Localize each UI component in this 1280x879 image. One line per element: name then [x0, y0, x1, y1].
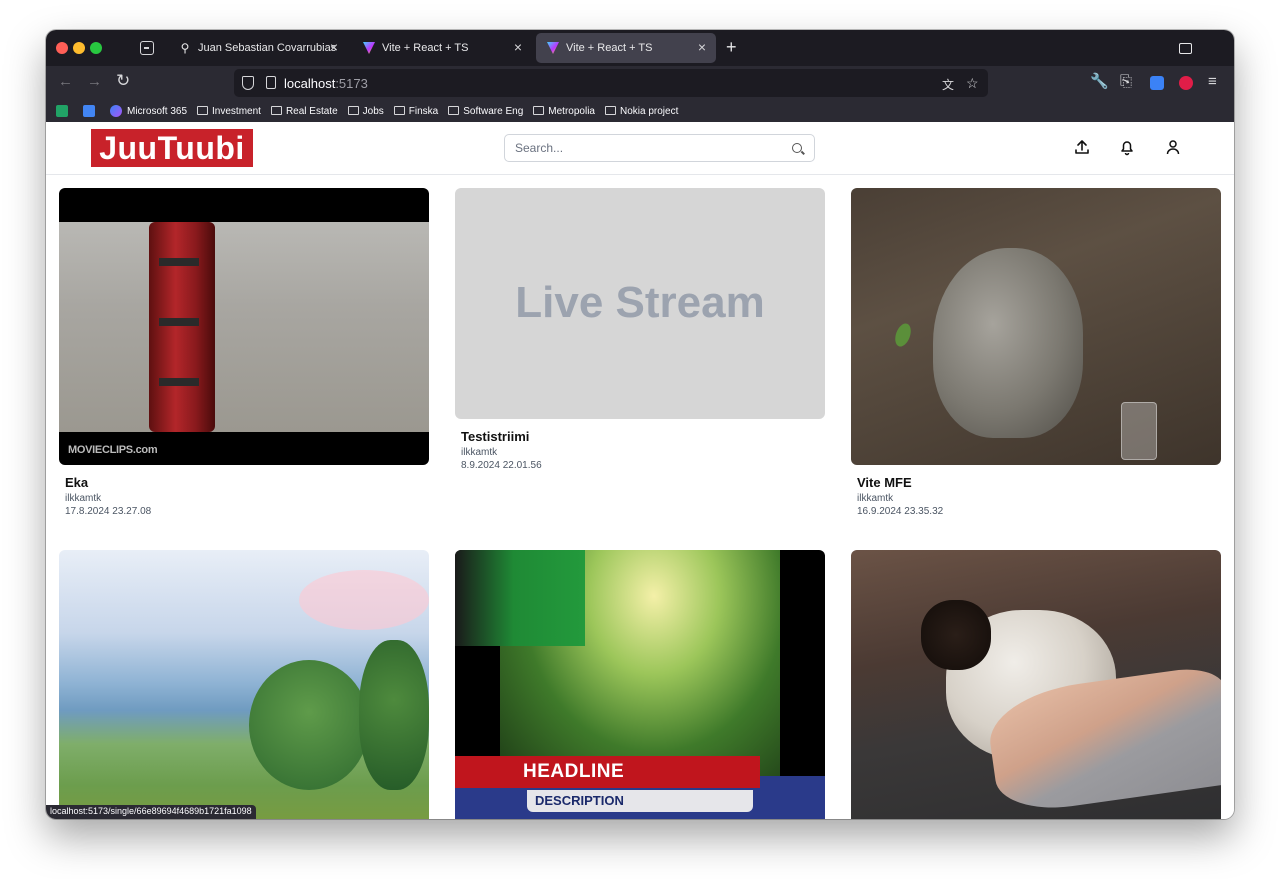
live-stream-placeholder: Live Stream [515, 278, 765, 327]
video-thumbnail[interactable] [851, 188, 1221, 465]
sheets-icon [56, 105, 68, 117]
app-logo[interactable]: JuuTuubi [91, 129, 253, 167]
minimize-window-button[interactable] [73, 42, 85, 54]
url-bar[interactable]: localhost:5173 文 ☆ [234, 69, 988, 97]
folder-icon [448, 105, 460, 115]
search-box[interactable] [504, 134, 815, 162]
video-thumbnail[interactable]: MOVIECLIPS.com [59, 188, 429, 465]
url-text[interactable]: localhost:5173 [284, 76, 368, 91]
page-info-icon[interactable] [266, 76, 276, 89]
bookmark-jobs[interactable]: Jobs [347, 105, 384, 117]
new-tab-button[interactable]: + [726, 38, 737, 56]
status-url-tooltip: localhost:5173/single/66e89694f4689b1721… [46, 805, 256, 819]
folder-icon [604, 105, 616, 115]
list-all-tabs-icon[interactable] [1179, 43, 1192, 54]
video-title[interactable]: Eka [65, 475, 88, 490]
bookmark-metropolia[interactable]: Metropolia [533, 105, 595, 117]
search-icon[interactable] [792, 143, 802, 153]
back-icon[interactable]: ← [58, 74, 73, 90]
tab-vite-2[interactable]: Vite + React + TS × [536, 33, 716, 63]
tab-overview-icon[interactable] [140, 41, 154, 55]
nav-bar: ← → ↻ localhost:5173 文 ☆ 🔧 ⎘ ≡ [46, 66, 1234, 100]
user-icon[interactable] [1164, 138, 1182, 156]
tab-label: Vite + React + TS [566, 42, 653, 54]
microsoft-365-icon [110, 105, 122, 117]
menu-icon[interactable]: ≡ [1208, 74, 1217, 90]
video-owner: ilkkamtk [65, 493, 102, 504]
bookmark-real-estate[interactable]: Real Estate [270, 105, 338, 117]
translate-icon[interactable]: 文 [942, 76, 954, 93]
forward-icon[interactable]: → [87, 74, 102, 90]
bookmark-microsoft-365[interactable]: Microsoft 365 [110, 105, 187, 117]
page-content: JuuTuubi MOVIE [46, 122, 1234, 819]
bookmark-sheets[interactable] [56, 105, 73, 117]
tab-juan[interactable]: ⚲ Juan Sebastian Covarrubias × [168, 33, 348, 63]
bookmarks-bar: Microsoft 365 Investment Real Estate Job… [46, 100, 1234, 122]
pin-icon: ⚲ [180, 41, 190, 55]
app-header: JuuTuubi [46, 122, 1234, 175]
video-date: 8.9.2024 22.01.56 [461, 460, 542, 471]
folder-icon [393, 105, 405, 115]
tracking-shield-icon[interactable] [242, 76, 254, 90]
extensions-icon[interactable]: ⎘ [1120, 74, 1132, 90]
vite-icon [546, 41, 560, 55]
close-window-button[interactable] [56, 42, 68, 54]
video-owner: ilkkamtk [857, 493, 894, 504]
live-stream-thumbnail[interactable]: Live Stream [455, 188, 825, 419]
bookmark-finska[interactable]: Finska [393, 105, 438, 117]
tab-label: Juan Sebastian Covarrubias [198, 42, 337, 54]
reload-icon[interactable]: ↻ [116, 72, 130, 89]
tab-strip: ⚲ Juan Sebastian Covarrubias × Vite + Re… [46, 30, 1234, 66]
close-tab-icon[interactable]: × [514, 39, 522, 55]
headline-overlay: HEADLINE [455, 756, 760, 788]
bookmark-software-eng[interactable]: Software Eng [448, 105, 523, 117]
bookmark-investment[interactable]: Investment [197, 105, 261, 117]
docs-icon [83, 105, 95, 117]
video-date: 16.9.2024 23.35.32 [857, 506, 944, 517]
folder-icon [197, 105, 209, 115]
folder-icon [347, 105, 359, 115]
video-thumbnail[interactable] [59, 550, 429, 819]
zoom-window-button[interactable] [90, 42, 102, 54]
close-tab-icon[interactable]: × [330, 39, 338, 55]
video-thumbnail[interactable] [851, 550, 1221, 819]
tab-label: Vite + React + TS [382, 42, 469, 54]
bookmark-docs[interactable] [83, 105, 100, 117]
close-tab-icon[interactable]: × [698, 39, 706, 55]
extension-shield-icon[interactable] [1150, 76, 1164, 90]
movieclips-watermark: MOVIECLIPS.com [68, 444, 158, 456]
video-title[interactable]: Vite MFE [857, 475, 912, 490]
browser-window: ⚲ Juan Sebastian Covarrubias × Vite + Re… [46, 30, 1234, 819]
description-overlay: DESCRIPTION [527, 790, 753, 812]
extension-red-icon[interactable] [1179, 76, 1193, 90]
bookmark-star-icon[interactable]: ☆ [966, 75, 979, 92]
search-input[interactable] [515, 141, 775, 155]
video-date: 17.8.2024 23.27.08 [65, 506, 152, 517]
tab-vite-1[interactable]: Vite + React + TS × [352, 33, 532, 63]
video-thumbnail[interactable]: HEADLINE DESCRIPTION [455, 550, 825, 819]
vite-icon [362, 41, 376, 55]
folder-icon [270, 105, 282, 115]
bookmark-nokia-project[interactable]: Nokia project [604, 105, 678, 117]
wrench-icon[interactable]: 🔧 [1090, 74, 1109, 90]
video-owner: ilkkamtk [461, 447, 498, 458]
folder-icon [533, 105, 545, 115]
video-title[interactable]: Testistriimi [461, 429, 529, 444]
upload-icon[interactable] [1073, 138, 1091, 156]
bell-icon[interactable] [1118, 138, 1136, 156]
